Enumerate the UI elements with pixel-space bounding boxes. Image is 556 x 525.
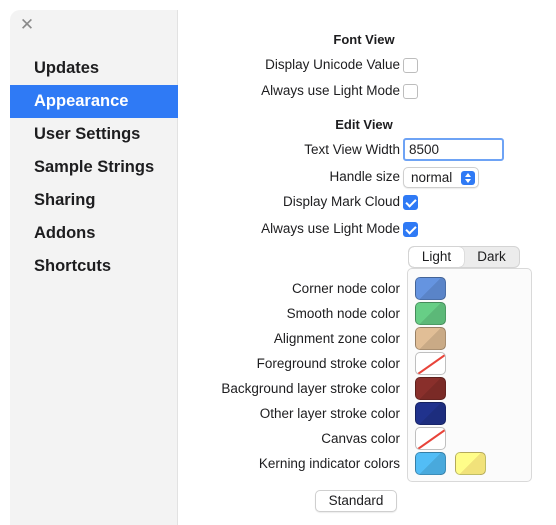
text-view-width-field[interactable]: 8500 xyxy=(403,138,504,161)
canvas-color-swatch[interactable] xyxy=(415,427,446,450)
edit-view-heading: Edit View xyxy=(335,117,393,132)
theme-segmented-control: Light Dark xyxy=(408,246,520,268)
edit-view-light-mode-label: Always use Light Mode xyxy=(261,221,400,236)
alignment-zone-color-swatch[interactable] xyxy=(415,327,446,350)
tab-light[interactable]: Light xyxy=(409,247,464,267)
alignment-zone-color-label: Alignment zone color xyxy=(273,331,400,346)
sidebar-item-appearance[interactable]: Appearance xyxy=(10,85,178,118)
sidebar-item-sample-strings[interactable]: Sample Strings xyxy=(10,151,178,184)
appearance-pane: Font View Display Unicode Value Always u… xyxy=(179,10,556,525)
other-layer-stroke-color-label: Other layer stroke color xyxy=(259,406,400,421)
font-view-light-mode-checkbox[interactable] xyxy=(403,84,418,99)
sidebar: ✕ Updates Appearance User Settings Sampl… xyxy=(10,10,178,525)
display-unicode-checkbox[interactable] xyxy=(403,58,418,73)
close-icon[interactable]: ✕ xyxy=(19,16,35,33)
display-mark-cloud-label: Display Mark Cloud xyxy=(282,194,400,209)
corner-node-color-swatch[interactable] xyxy=(415,277,446,300)
handle-size-value: normal xyxy=(411,170,453,185)
chevron-updown-icon xyxy=(461,171,475,185)
sidebar-item-updates[interactable]: Updates xyxy=(10,52,178,85)
handle-size-label: Handle size xyxy=(329,169,400,184)
preferences-window: ✕ Updates Appearance User Settings Sampl… xyxy=(0,0,556,525)
font-view-light-mode-label: Always use Light Mode xyxy=(261,83,400,98)
kerning-indicator-colors-label: Kerning indicator colors xyxy=(258,456,400,471)
foreground-stroke-color-label: Foreground stroke color xyxy=(256,356,400,371)
display-unicode-label: Display Unicode Value xyxy=(265,57,400,72)
other-layer-stroke-color-swatch[interactable] xyxy=(415,402,446,425)
edit-view-light-mode-checkbox[interactable] xyxy=(403,222,418,237)
standard-button[interactable]: Standard xyxy=(315,490,397,512)
canvas-color-label: Canvas color xyxy=(321,431,400,446)
kerning-color-swatch-2[interactable] xyxy=(455,452,486,475)
sidebar-item-addons[interactable]: Addons xyxy=(10,217,178,250)
kerning-color-swatch-1[interactable] xyxy=(415,452,446,475)
no-color-icon xyxy=(417,354,445,374)
sidebar-nav: Updates Appearance User Settings Sample … xyxy=(10,52,178,283)
text-view-width-label: Text View Width xyxy=(304,142,400,157)
no-color-icon xyxy=(417,429,445,449)
background-layer-stroke-color-label: Background layer stroke color xyxy=(221,381,400,396)
sidebar-item-user-settings[interactable]: User Settings xyxy=(10,118,178,151)
handle-size-select[interactable]: normal xyxy=(403,167,479,188)
sidebar-item-shortcuts[interactable]: Shortcuts xyxy=(10,250,178,283)
smooth-node-color-swatch[interactable] xyxy=(415,302,446,325)
corner-node-color-label: Corner node color xyxy=(291,281,400,296)
sidebar-item-sharing[interactable]: Sharing xyxy=(10,184,178,217)
display-mark-cloud-checkbox[interactable] xyxy=(403,195,418,210)
background-layer-stroke-color-swatch[interactable] xyxy=(415,377,446,400)
foreground-stroke-color-swatch[interactable] xyxy=(415,352,446,375)
smooth-node-color-label: Smooth node color xyxy=(286,306,400,321)
tab-dark[interactable]: Dark xyxy=(464,247,519,267)
font-view-heading: Font View xyxy=(333,32,395,47)
